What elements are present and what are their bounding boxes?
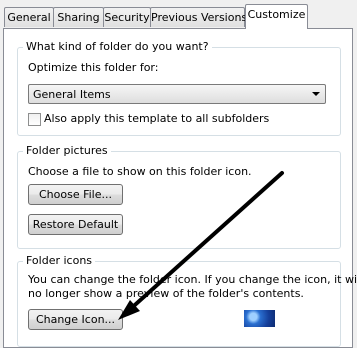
restore-default-button-label: Restore Default: [32, 218, 119, 231]
apply-subfolders-checkbox[interactable]: [28, 113, 41, 126]
tab-general[interactable]: General: [4, 7, 54, 27]
tab-sharing[interactable]: Sharing: [53, 7, 104, 27]
optimize-dropdown-value: General Items: [33, 88, 111, 101]
tab-general-label: General: [7, 11, 51, 24]
tab-previous-versions[interactable]: Previous Versions: [150, 7, 248, 27]
change-icon-button[interactable]: Change Icon...: [28, 309, 123, 330]
folder-type-group-title: What kind of folder do you want?: [23, 40, 212, 53]
folder-pictures-description: Choose a file to show on this folder ico…: [28, 165, 252, 178]
choose-file-button-label: Choose File...: [38, 188, 112, 201]
change-icon-button-label: Change Icon...: [35, 313, 116, 326]
folder-icons-description-line-2: no longer show a preview of the folder's…: [28, 287, 304, 300]
folder-pictures-group-title: Folder pictures: [23, 144, 111, 157]
folder-pictures-group: Folder pictures Choose a file to show on…: [17, 144, 341, 249]
restore-default-button[interactable]: Restore Default: [28, 214, 123, 235]
folder-icons-group: Folder icons You can change the folder i…: [17, 254, 357, 347]
customize-tab-page: What kind of folder do you want? Optimiz…: [3, 28, 357, 348]
apply-subfolders-label[interactable]: Also apply this template to all subfolde…: [44, 112, 269, 125]
choose-file-button[interactable]: Choose File...: [28, 184, 123, 205]
folder-icons-group-title: Folder icons: [23, 254, 96, 267]
tab-sharing-label: Sharing: [57, 11, 100, 24]
folder-icons-description-line-1: You can change the folder icon. If you c…: [28, 273, 357, 286]
tab-security[interactable]: Security: [103, 7, 151, 27]
tab-previous-versions-label: Previous Versions: [151, 11, 248, 24]
tab-security-label: Security: [104, 11, 150, 24]
tab-customize-label: Customize: [247, 8, 306, 21]
folder-icon-preview: [244, 310, 275, 327]
folder-type-group: What kind of folder do you want? Optimiz…: [17, 40, 341, 136]
chevron-down-icon: [312, 92, 320, 96]
tab-customize[interactable]: Customize: [245, 4, 308, 29]
optimize-label: Optimize this folder for:: [28, 61, 159, 74]
optimize-dropdown[interactable]: General Items: [28, 84, 326, 104]
